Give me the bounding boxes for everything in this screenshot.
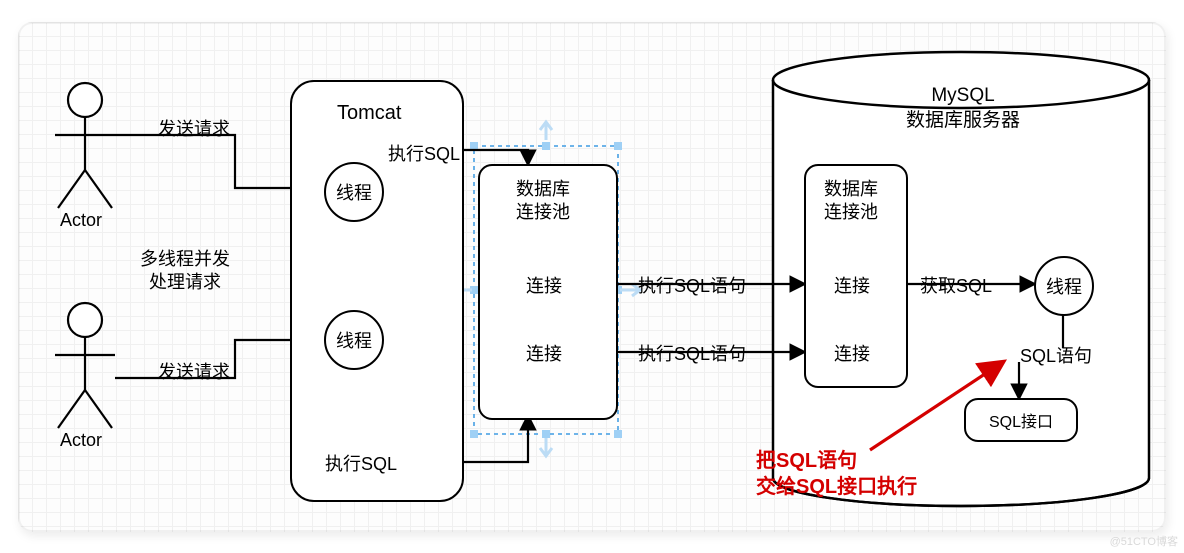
thread2-label: 线程 [336, 327, 372, 353]
tomcat-title: Tomcat [337, 102, 401, 125]
watermark: @51CTO博客 [1110, 533, 1178, 549]
thread-circle-2: 线程 [324, 310, 384, 370]
send-request-1: 发送请求 [158, 115, 230, 141]
pool1-conn-a: 连接 [526, 272, 562, 298]
sql-stmt-label: SQL语句 [1020, 342, 1092, 368]
get-sql-label: 获取SQL [920, 272, 992, 298]
sql-interface-box: SQL接口 [964, 398, 1078, 442]
multi-thread-label: 多线程并发 处理请求 [140, 248, 230, 295]
actor1-label: Actor [60, 210, 102, 231]
exec-sql-top: 执行SQL [388, 140, 460, 166]
mysql-title: MySQL 数据库服务器 [906, 84, 1020, 133]
sql-interface-label: SQL接口 [989, 408, 1053, 432]
pool2-conn-c: 连接 [834, 272, 870, 298]
thread3-label: 线程 [1046, 273, 1082, 299]
pool1-conn-b: 连接 [526, 340, 562, 366]
exec-stmt-1: 执行SQL语句 [638, 272, 746, 298]
red-note: 把SQL语句 交给SQL接口执行 [756, 448, 917, 500]
pool1-title: 数据库 连接池 [516, 178, 570, 225]
thread-circle-3: 线程 [1034, 256, 1094, 316]
exec-stmt-2: 执行SQL语句 [638, 340, 746, 366]
thread-circle-1: 线程 [324, 162, 384, 222]
exec-sql-bottom: 执行SQL [325, 450, 397, 476]
send-request-2: 发送请求 [158, 358, 230, 384]
pool2-title: 数据库 连接池 [824, 178, 878, 225]
pool2-conn-d: 连接 [834, 340, 870, 366]
thread1-label: 线程 [336, 179, 372, 205]
actor2-label: Actor [60, 430, 102, 451]
